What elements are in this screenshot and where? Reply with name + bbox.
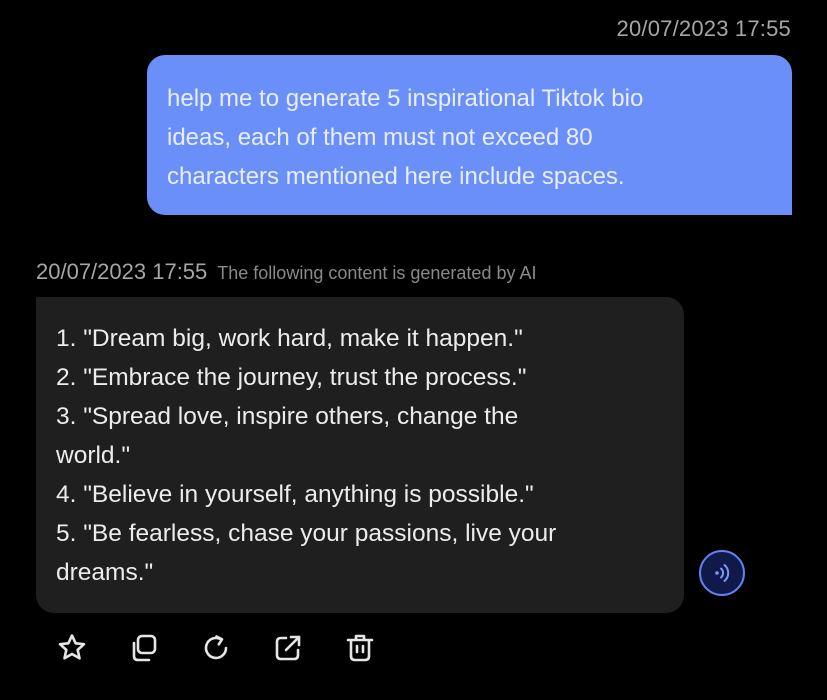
favorite-button[interactable] bbox=[54, 630, 90, 666]
share-icon bbox=[275, 635, 301, 661]
ai-message-line: 2. "Embrace the journey, trust the proce… bbox=[56, 364, 527, 391]
speak-button[interactable] bbox=[699, 550, 745, 596]
ai-message-line: 1. "Dream big, work hard, make it happen… bbox=[56, 325, 523, 352]
speaker-icon bbox=[715, 564, 730, 582]
copy-icon bbox=[132, 634, 157, 662]
star-icon bbox=[58, 634, 86, 660]
ai-message-meta: 20/07/2023 17:55 The following content i… bbox=[36, 259, 536, 285]
ai-message-line: 5. "Be fearless, chase your passions, li… bbox=[56, 520, 557, 547]
ai-message-line: 3. "Spread love, inspire others, change … bbox=[56, 403, 519, 430]
ai-message-line: 4. "Believe in yourself, anything is pos… bbox=[56, 481, 534, 508]
ai-message-line: dreams." bbox=[56, 559, 154, 586]
regenerate-button[interactable] bbox=[198, 630, 234, 666]
share-button[interactable] bbox=[270, 630, 306, 666]
copy-button[interactable] bbox=[126, 630, 162, 666]
ai-message-timestamp: 20/07/2023 17:55 bbox=[36, 259, 208, 284]
ai-generated-notice: The following content is generated by AI bbox=[217, 263, 537, 283]
trash-icon bbox=[346, 634, 374, 662]
delete-button[interactable] bbox=[342, 630, 378, 666]
user-message-timestamp: 20/07/2023 17:55 bbox=[616, 16, 791, 41]
ai-message-bubble: 1. "Dream big, work hard, make it happen… bbox=[36, 297, 684, 613]
refresh-icon bbox=[204, 635, 228, 660]
ai-message-line: world." bbox=[56, 442, 131, 469]
user-message-bubble: help me to generate 5 inspirational Tikt… bbox=[147, 55, 792, 215]
